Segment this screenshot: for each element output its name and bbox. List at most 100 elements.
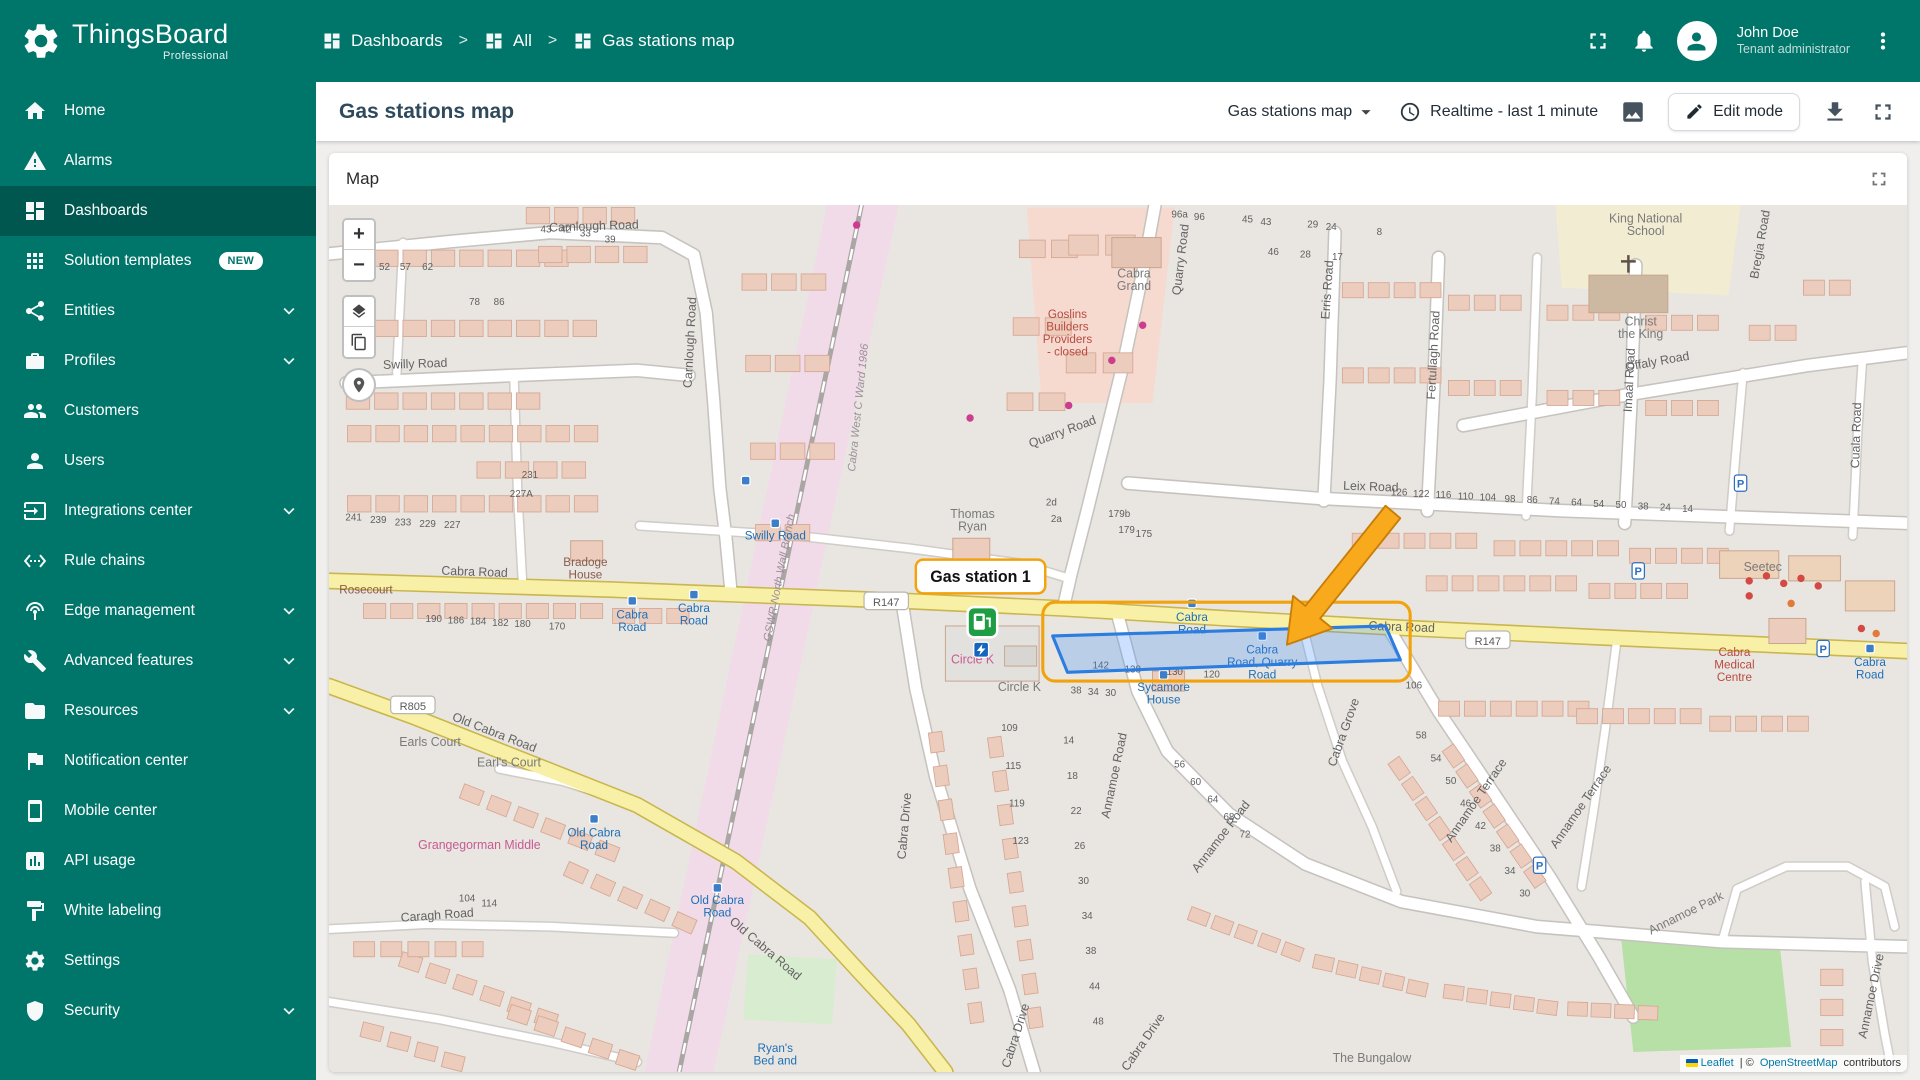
svg-text:17: 17 xyxy=(1332,252,1343,263)
chevron-down-icon xyxy=(278,700,300,722)
svg-text:179: 179 xyxy=(1118,525,1135,536)
fullscreen-button[interactable] xyxy=(1585,28,1611,54)
zoom-out-button[interactable]: − xyxy=(344,250,374,280)
sidebar-item-advanced-features[interactable]: Advanced features xyxy=(0,636,316,686)
sidebar-item-label: Rule chains xyxy=(64,552,145,569)
sidebar-item-edge-management[interactable]: Edge management xyxy=(0,586,316,636)
integrations-icon xyxy=(23,499,47,523)
toolbar-actions: Gas stations map Realtime - last 1 minut… xyxy=(1228,92,1896,131)
edit-mode-button[interactable]: Edit mode xyxy=(1668,92,1800,131)
logo-text: ThingsBoard Professional xyxy=(72,18,229,62)
sidebar-item-integrations-center[interactable]: Integrations center xyxy=(0,486,316,536)
breadcrumb-item[interactable]: Dashboards xyxy=(322,31,443,51)
svg-text:43: 43 xyxy=(1260,217,1271,228)
svg-text:78: 78 xyxy=(469,297,480,308)
sidebar-item-profiles[interactable]: Profiles xyxy=(0,336,316,386)
sidebar-item-solution-templates[interactable]: Solution templates NEW xyxy=(0,236,316,286)
transit-stop-icon xyxy=(712,882,723,893)
svg-text:60: 60 xyxy=(1190,777,1201,788)
sidebar-item-alarms[interactable]: Alarms xyxy=(0,136,316,186)
sidebar-item-resources[interactable]: Resources xyxy=(0,686,316,736)
transit-stop-icon xyxy=(688,589,699,600)
notifications-button[interactable] xyxy=(1631,28,1657,54)
widget-header: Map xyxy=(329,153,1907,205)
breadcrumb-separator: > xyxy=(547,32,558,49)
sidebar-item-customers[interactable]: Customers xyxy=(0,386,316,436)
sidebar-item-mobile-center[interactable]: Mobile center xyxy=(0,786,316,836)
map-type-button[interactable] xyxy=(344,327,374,357)
sidebar-item-dashboards[interactable]: Dashboards xyxy=(0,186,316,236)
sidebar-item-label: Mobile center xyxy=(64,802,158,819)
sidebar-item-notification-center[interactable]: Notification center xyxy=(0,736,316,786)
svg-text:227A: 227A xyxy=(510,489,533,500)
locate-button[interactable] xyxy=(342,368,376,402)
svg-text:104: 104 xyxy=(1480,493,1497,504)
chevron-down-icon xyxy=(1355,101,1377,123)
svg-text:28: 28 xyxy=(1300,250,1311,261)
svg-text:Earls Court: Earls Court xyxy=(399,735,461,749)
sidebar-item-home[interactable]: Home xyxy=(0,86,316,136)
svg-text:CabraRoad: Cabra Road xyxy=(1854,655,1886,682)
sidebar-item-label: Security xyxy=(64,1002,120,1019)
sidebar-item-entities[interactable]: Entities xyxy=(0,286,316,336)
svg-text:86: 86 xyxy=(1527,495,1538,506)
svg-text:46: 46 xyxy=(1460,798,1471,809)
thingsboard-app: ThingsBoard Professional Dashboards > All >… xyxy=(0,0,1920,1080)
svg-text:58: 58 xyxy=(1416,731,1427,742)
zoom-control: + − xyxy=(342,218,376,282)
chevron-down-icon xyxy=(278,350,300,372)
map-canvas[interactable]: P P P P Carnlough Road Carnlough Road Swilly R… xyxy=(329,205,1907,1072)
sidebar-item-label: Customers xyxy=(64,402,139,419)
breadcrumb-item[interactable]: Gas stations map xyxy=(573,31,735,51)
svg-text:Circle K: Circle K xyxy=(998,680,1042,694)
download-button[interactable] xyxy=(1822,99,1848,125)
zoom-in-button[interactable]: + xyxy=(344,220,374,250)
avatar[interactable] xyxy=(1676,21,1717,61)
sidebar-item-label: Solution templates xyxy=(64,252,192,269)
sidebar-item-security[interactable]: Security xyxy=(0,986,316,1036)
chevron-down-icon xyxy=(278,1000,300,1022)
svg-text:54: 54 xyxy=(1593,499,1604,510)
svg-text:104: 104 xyxy=(459,894,476,905)
sidebar-item-label: Notification center xyxy=(64,752,189,769)
breadcrumb-separator: > xyxy=(458,32,469,49)
timewindow-button[interactable]: Realtime - last 1 minute xyxy=(1399,101,1598,123)
sidebar-item-rule-chains[interactable]: Rule chains xyxy=(0,536,316,586)
svg-text:38: 38 xyxy=(1085,946,1096,957)
sidebar-item-users[interactable]: Users xyxy=(0,436,316,486)
dashboards-icon xyxy=(23,199,47,223)
gas-station-marker[interactable] xyxy=(966,605,999,639)
svg-text:34: 34 xyxy=(1082,911,1093,922)
clock-icon xyxy=(1399,101,1421,123)
svg-text:42: 42 xyxy=(560,224,571,235)
svg-text:52: 52 xyxy=(379,262,390,273)
sidebar-item-settings[interactable]: Settings xyxy=(0,936,316,986)
svg-text:34: 34 xyxy=(1088,687,1099,698)
kebab-menu-button[interactable] xyxy=(1870,28,1896,54)
map-layers-button[interactable] xyxy=(344,297,374,327)
state-select-value: Gas stations map xyxy=(1227,102,1353,120)
widget-expand-button[interactable] xyxy=(1868,168,1890,190)
svg-text:30: 30 xyxy=(1105,688,1116,699)
svg-text:P: P xyxy=(1819,644,1827,656)
sidebar-item-white-labeling[interactable]: White labeling xyxy=(0,886,316,936)
api-icon xyxy=(23,849,47,873)
edge-icon xyxy=(23,599,47,623)
svg-text:34: 34 xyxy=(1505,866,1516,877)
page-title: Gas stations map xyxy=(339,99,515,123)
osm-link[interactable]: OpenStreetMap xyxy=(1760,1057,1838,1069)
svg-text:119: 119 xyxy=(1009,798,1025,809)
svg-text:24: 24 xyxy=(1326,222,1337,233)
svg-text:18: 18 xyxy=(1067,771,1078,782)
image-export-button[interactable] xyxy=(1620,99,1646,125)
logo-title: ThingsBoard xyxy=(72,18,229,49)
breadcrumb-item[interactable]: All xyxy=(484,31,532,51)
svg-text:74: 74 xyxy=(1549,496,1560,507)
sidebar-item-api-usage[interactable]: API usage xyxy=(0,836,316,886)
leaflet-link[interactable]: Leaflet xyxy=(1701,1057,1734,1069)
svg-text:2a: 2a xyxy=(1051,514,1062,525)
svg-text:57: 57 xyxy=(400,262,411,273)
dashboard-state-select[interactable]: Gas stations map xyxy=(1228,101,1378,123)
svg-text:P: P xyxy=(1737,478,1745,490)
toolbar-fullscreen-button[interactable] xyxy=(1870,99,1896,125)
